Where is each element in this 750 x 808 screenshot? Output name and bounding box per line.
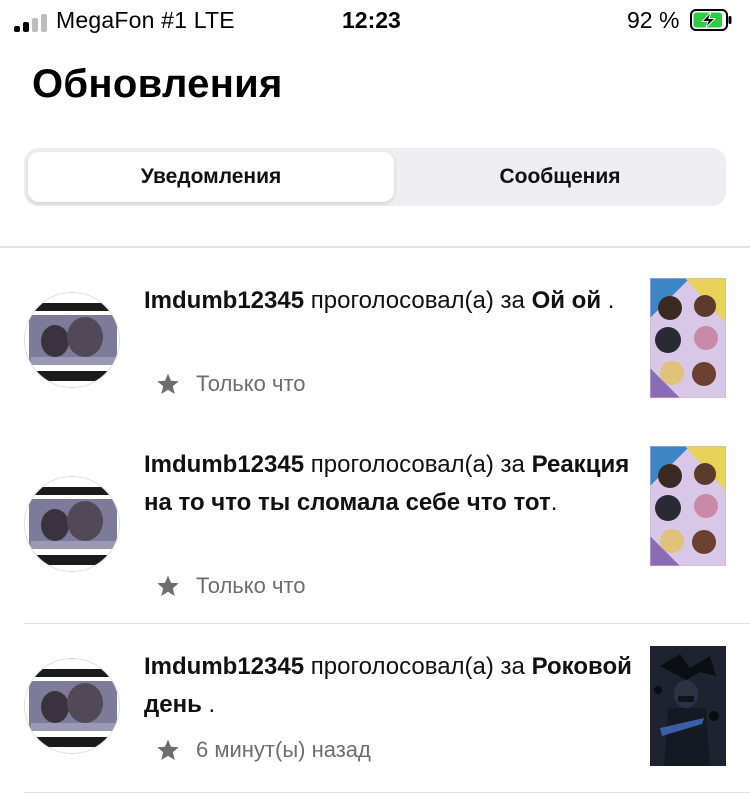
story-cover-image[interactable]	[650, 446, 726, 566]
notification-meta: Только что	[156, 370, 306, 398]
tab-messages[interactable]: Сообщения	[398, 152, 722, 202]
star-icon	[157, 373, 179, 394]
tabs-segmented-control: Уведомления Сообщения	[24, 148, 726, 206]
avatar[interactable]	[24, 476, 120, 572]
notification-action: проголосовал(а) за	[304, 451, 532, 478]
story-cover-image[interactable]	[650, 278, 726, 398]
notification-suffix: .	[550, 489, 558, 516]
page-title: Обновления	[32, 62, 283, 106]
divider	[0, 246, 750, 248]
cellular-signal-icon	[14, 12, 48, 32]
status-bar: MegaFon #1 LTE 12:23 92 %	[0, 0, 750, 44]
notification-username[interactable]: Imdumb12345	[144, 451, 304, 478]
status-time: 12:23	[342, 7, 401, 33]
notification-story-title[interactable]: Ой ой	[532, 287, 602, 314]
notification-meta: 6 минут(ы) назад	[156, 736, 371, 764]
notification-username[interactable]: Imdumb12345	[144, 287, 304, 314]
battery-charging-icon	[690, 9, 732, 31]
avatar[interactable]	[24, 292, 120, 388]
notification-text: Imdumb12345 проголосовал(а) за Роковой д…	[144, 648, 634, 724]
notification-time: Только что	[196, 573, 306, 598]
notification-action: проголосовал(а) за	[304, 287, 532, 314]
notification-text: Imdumb12345 проголосовал(а) за Реакция н…	[144, 446, 634, 522]
avatar[interactable]	[24, 658, 120, 754]
notification-item[interactable]: Imdumb12345 проголосовал(а) за Реакция н…	[0, 440, 750, 620]
story-cover-image[interactable]	[650, 646, 726, 766]
notification-time: 6 минут(ы) назад	[196, 737, 371, 762]
notification-action: проголосовал(а) за	[304, 653, 532, 680]
notification-text: Imdumb12345 проголосовал(а) за Ой ой .	[144, 282, 634, 320]
notification-username[interactable]: Imdumb12345	[144, 653, 304, 680]
divider	[24, 623, 750, 624]
notification-meta: Только что	[156, 572, 306, 600]
tab-notifications[interactable]: Уведомления	[28, 152, 394, 202]
notification-suffix: .	[201, 691, 216, 718]
notification-item[interactable]: Imdumb12345 проголосовал(а) за Роковой д…	[0, 640, 750, 790]
divider	[24, 792, 750, 793]
battery-percent: 92 %	[627, 7, 680, 33]
notification-suffix: .	[601, 287, 615, 314]
carrier-label: MegaFon #1 LTE	[56, 7, 235, 33]
star-icon	[157, 739, 179, 760]
notification-item[interactable]: Imdumb12345 проголосовал(а) за Ой ой . Т…	[0, 270, 750, 420]
notification-time: Только что	[196, 371, 306, 396]
star-icon	[157, 575, 179, 596]
